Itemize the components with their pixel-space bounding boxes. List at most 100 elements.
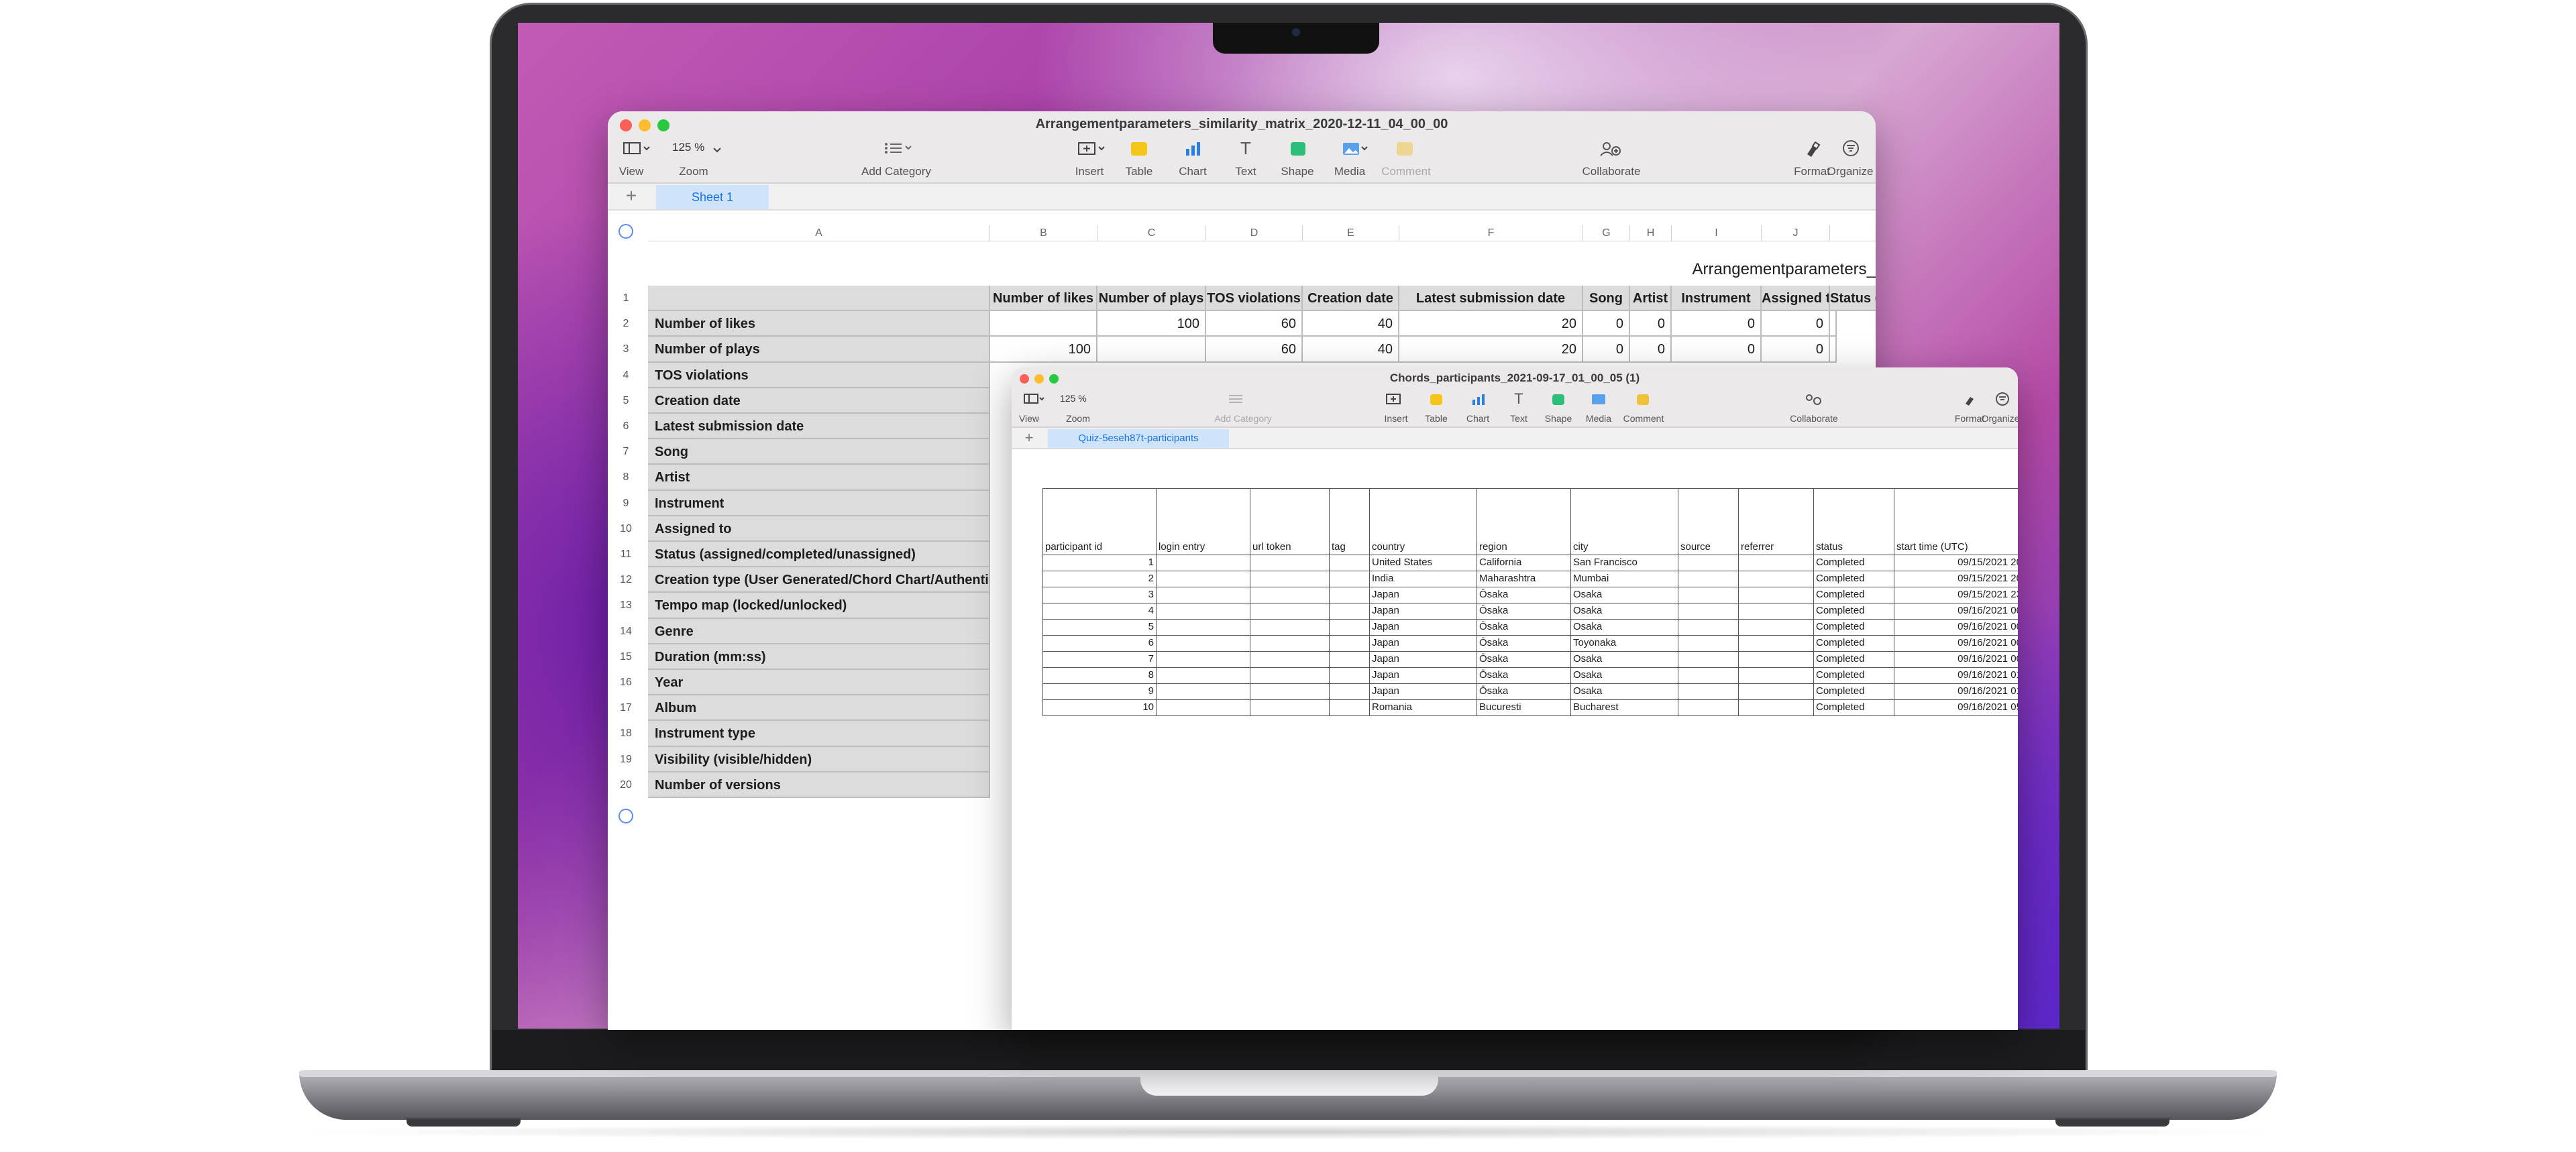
row-number[interactable]: 12 [616,574,636,586]
row-number[interactable]: 19 [616,754,636,766]
table-cell[interactable]: 7 [1042,652,1157,668]
column-header-cell[interactable]: login entry [1157,488,1250,555]
table-cell[interactable]: 09/15/2021 23 [1894,587,2018,603]
format-brush-icon[interactable] [1963,392,1978,406]
value-cell[interactable]: 0 [1630,337,1672,363]
column-header-I[interactable]: I [1672,225,1762,241]
table-cell[interactable]: Japan [1370,603,1477,620]
value-cell[interactable]: 0 [1583,337,1630,363]
table-cell[interactable]: Japan [1370,652,1477,668]
chart-icon[interactable] [1472,393,1487,406]
row-label[interactable]: Creation date [648,388,990,414]
row-number[interactable]: 6 [616,420,636,433]
table-cell[interactable] [1739,620,1814,636]
value-cell[interactable]: 20 [1399,311,1583,337]
table-cell[interactable] [1678,571,1739,587]
organize-icon[interactable] [1842,139,1860,157]
table-cell[interactable]: Ōsaka [1477,652,1571,668]
table-cell[interactable] [1330,700,1370,716]
table-cell[interactable]: 09/16/2021 00 [1894,652,2018,668]
row-label[interactable]: Song [648,439,990,465]
shape-icon[interactable] [1552,394,1564,405]
table-cell[interactable] [1157,555,1250,571]
table-cell[interactable]: 6 [1042,636,1157,652]
select-table-handle-icon[interactable] [619,224,633,239]
table-cell[interactable] [1678,636,1739,652]
row-number[interactable]: 7 [616,446,636,458]
table-cell[interactable]: California [1477,555,1571,571]
row-number[interactable]: 9 [616,498,636,510]
table-cell[interactable] [1678,555,1739,571]
media-label[interactable]: Media [1330,165,1370,178]
table-cell[interactable] [1330,603,1370,620]
column-header-cell[interactable]: country [1370,488,1477,555]
table-cell[interactable]: 09/16/2021 01 [1894,668,2018,684]
table-cell[interactable] [1330,636,1370,652]
row-label[interactable]: Status (assigned/completed/unassigned) [648,542,990,568]
media-icon[interactable] [1342,141,1370,157]
row-label[interactable]: Number of likes [648,311,990,337]
row-number[interactable]: 17 [616,702,636,714]
add-sheet-icon[interactable]: + [1021,429,1037,447]
row-label[interactable]: Creation type (User Generated/Chord Char… [648,567,990,593]
column-header-cell[interactable]: Song [1583,286,1630,312]
comment-icon[interactable] [1637,394,1649,405]
row-label[interactable]: Genre [648,618,990,644]
table-cell[interactable] [1250,668,1330,684]
table-cell[interactable]: Ōsaka [1477,587,1571,603]
table-cell[interactable]: Ōsaka [1477,620,1571,636]
shape-label[interactable]: Shape [1542,413,1575,424]
table-cell[interactable]: Completed [1814,571,1894,587]
organize-label[interactable]: Organize [1823,165,1876,178]
add-category-icon[interactable] [883,141,916,156]
table-cell[interactable]: Japan [1370,636,1477,652]
table-cell[interactable]: Bucuresti [1477,700,1571,716]
value-cell[interactable]: 0 [1762,337,1830,363]
table-cell[interactable]: Toyonaka [1571,636,1678,652]
table-cell[interactable] [1330,668,1370,684]
zoom-select[interactable]: 125 % [1060,393,1100,404]
table-cell[interactable] [1739,636,1814,652]
table-cell[interactable]: Completed [1814,603,1894,620]
sheet-tab[interactable]: Sheet 1 [656,185,769,209]
table-cell[interactable]: Japan [1370,620,1477,636]
table-cell[interactable] [1157,684,1250,700]
table-cell[interactable]: Completed [1814,684,1894,700]
value-cell[interactable]: 100 [1097,311,1206,337]
column-header-cell[interactable]: Latest submission date [1399,286,1583,312]
row-label[interactable]: TOS violations [648,362,990,388]
organize-label[interactable]: Organize [1980,413,2018,424]
table-cell[interactable] [1250,636,1330,652]
text-icon[interactable]: T [1237,138,1254,159]
row-label[interactable]: Visibility (visible/hidden) [648,746,990,772]
media-label[interactable]: Media [1582,413,1615,424]
value-cell[interactable]: 0 [1630,311,1672,337]
table-cell[interactable]: 2 [1042,571,1157,587]
table-cell[interactable]: 9 [1042,684,1157,700]
table-cell[interactable] [1330,571,1370,587]
table-cell[interactable]: 3 [1042,587,1157,603]
table-cell[interactable] [1330,620,1370,636]
row-number[interactable]: 18 [616,728,636,740]
table-cell[interactable]: Completed [1814,555,1894,571]
row-number[interactable]: 1 [616,292,636,304]
row-number[interactable]: 3 [616,343,636,355]
table-icon[interactable] [1131,142,1147,156]
shape-icon[interactable] [1291,142,1305,156]
table-cell[interactable] [1157,620,1250,636]
table-cell[interactable] [1250,603,1330,620]
table-cell[interactable] [1250,620,1330,636]
table-cell[interactable] [1157,700,1250,716]
value-cell[interactable]: 60 [1206,337,1303,363]
sheet-tab[interactable]: Quiz-5eseh87t-participants [1048,429,1229,448]
chart-label[interactable]: Chart [1461,413,1495,424]
table-cell[interactable]: Completed [1814,700,1894,716]
media-icon[interactable] [1591,393,1611,406]
value-cell[interactable]: 0 [1583,311,1630,337]
column-header-cell[interactable]: region [1477,488,1571,555]
table-cell[interactable] [1678,700,1739,716]
column-header-cell[interactable]: Instrument [1672,286,1762,312]
column-header-cell[interactable]: Creation date [1303,286,1399,312]
chart-label[interactable]: Chart [1173,165,1213,178]
add-row-handle-icon[interactable] [619,809,633,823]
